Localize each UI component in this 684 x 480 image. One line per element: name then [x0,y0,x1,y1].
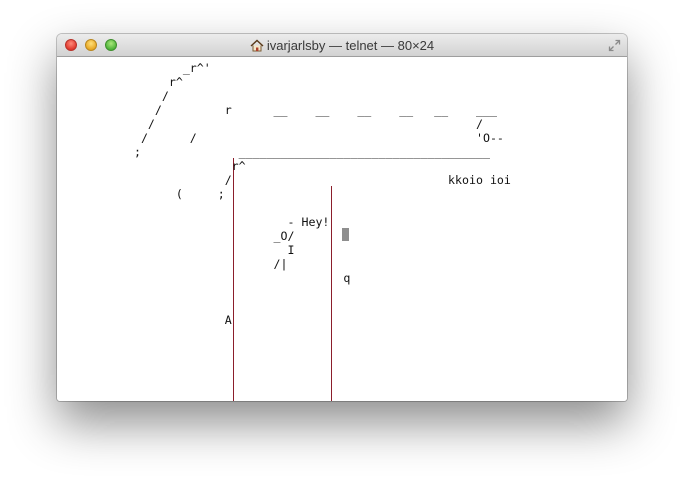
terminal-line: /| [120,257,288,271]
home-icon [250,39,264,52]
terminal-line: r^ [120,159,246,173]
window-title: ivarjarlsby — telnet — 80×24 [266,38,435,53]
title-bar[interactable]: ivarjarlsby — telnet — 80×24 [57,34,627,57]
terminal-line: / / [120,117,483,131]
fullscreen-icon[interactable] [608,39,621,52]
terminal-line: / r __ __ __ __ __ ___ [120,103,497,117]
terminal-line: / / 'O-- [120,131,504,145]
terminal-line: ( ; [120,187,225,201]
terminal-line: ; ____________________________________ [120,145,490,159]
terminal-window: ivarjarlsby — telnet — 80×24 _r^' r^ / /… [57,34,627,401]
terminal-line: - Hey! [120,215,330,229]
terminal-line: q [120,271,351,285]
terminal-line: / [120,89,169,103]
terminal-line: I [120,243,295,257]
terminal-line: _r^' [120,61,211,75]
terminal-text: _r^' r^ / / r __ __ __ __ __ ___ / / / /… [120,61,511,397]
terminal-line: r^ [120,75,183,89]
terminal-screen[interactable]: _r^' r^ / / r __ __ __ __ __ ___ / / / /… [57,57,627,401]
terminal-line: A [120,313,232,327]
terminal-cursor [342,228,349,241]
window-title-group: ivarjarlsby — telnet — 80×24 [57,38,627,53]
terminal-line: / kkoio ioi [120,173,511,187]
terminal-line: _O/ [120,229,295,243]
